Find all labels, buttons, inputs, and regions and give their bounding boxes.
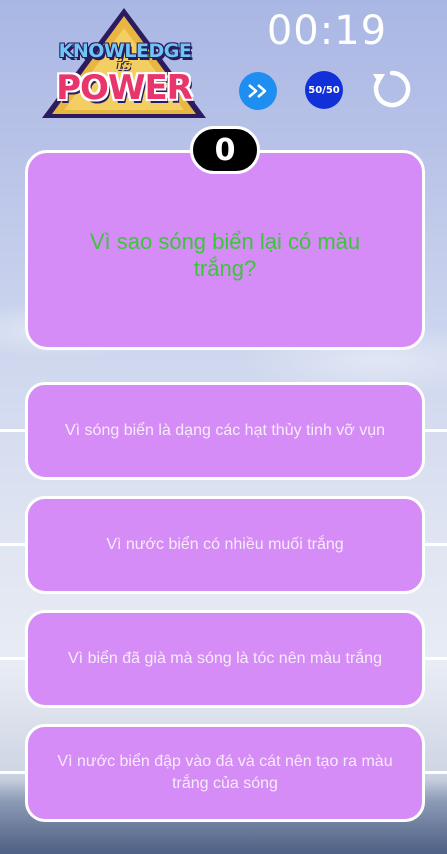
- fast-forward-icon: [248, 84, 267, 98]
- question-card: Vì sao sóng biển lại có màu trắng?: [25, 150, 425, 350]
- question-text: Vì sao sóng biển lại có màu trắng?: [89, 229, 361, 281]
- skip-button[interactable]: [239, 72, 277, 110]
- answer-option-a[interactable]: Vì sóng biển là dạng các hạt thủy tinh v…: [25, 382, 425, 480]
- answer-option-c[interactable]: Vì biển đã già mà sóng là tóc nên màu tr…: [25, 610, 425, 708]
- answer-text: Vì nước biển đập vào đá và cát nên tạo r…: [57, 753, 393, 792]
- logo-text-power: POWER: [56, 68, 193, 108]
- answer-option-b[interactable]: Vì nước biển có nhiều muối trắng: [25, 496, 425, 594]
- restart-icon: [373, 70, 411, 108]
- fifty-fifty-label: 50/50: [308, 84, 340, 96]
- answer-text: Vì sóng biển là dạng các hạt thủy tinh v…: [64, 422, 386, 439]
- answer-text: Vì nước biển có nhiều muối trắng: [106, 536, 344, 553]
- fifty-fifty-button[interactable]: 50/50: [305, 71, 343, 109]
- game-logo: KNOWLEDGE is POWER: [38, 6, 210, 122]
- countdown-timer: 00:19: [266, 8, 388, 54]
- score-badge: 0: [190, 126, 260, 174]
- answer-text: Vì biển đã già mà sóng là tóc nên màu tr…: [68, 650, 382, 667]
- answer-option-d[interactable]: Vì nước biển đập vào đá và cát nên tạo r…: [25, 724, 425, 822]
- restart-button[interactable]: [371, 68, 413, 110]
